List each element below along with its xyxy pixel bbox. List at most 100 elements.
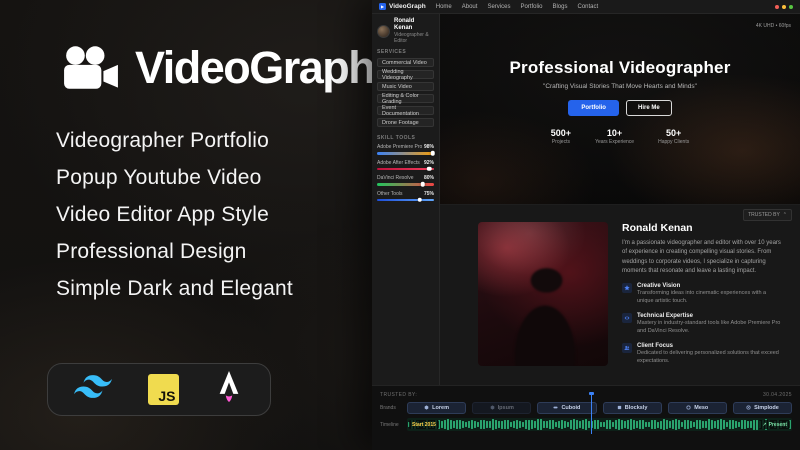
waveform-bar: [672, 420, 674, 429]
logo-text: VideoGraph: [135, 42, 374, 94]
nav-link-services[interactable]: Services: [487, 4, 510, 10]
hire-me-button[interactable]: Hire Me: [626, 100, 672, 116]
brand-chip-lorem: Lorem: [407, 402, 466, 414]
brand-chip-label: Lorem: [432, 405, 449, 411]
waveform-bar: [468, 421, 470, 428]
waveform-bar: [498, 421, 500, 428]
highlight-desc: Transforming ideas into cinematic experi…: [637, 290, 782, 306]
skills-label: SKILL TOOLS: [377, 135, 434, 141]
waveform-bar: [606, 420, 608, 429]
skill-slider[interactable]: Other Tools75%: [377, 191, 434, 202]
profile-name: Ronald Kenan: [394, 18, 434, 32]
skill-knob[interactable]: [431, 151, 436, 156]
hero-title: Professional Videographer: [509, 58, 730, 78]
nav-link-home[interactable]: Home: [436, 4, 452, 10]
window-button-red[interactable]: [775, 5, 779, 9]
waveform-bar: [507, 420, 509, 428]
skill-knob[interactable]: [420, 182, 425, 187]
stat: 50+Happy Clients: [658, 128, 689, 145]
waveform-bar: [588, 421, 590, 429]
waveform-bar: [681, 422, 683, 428]
skill-slider[interactable]: Adobe Premiere Pro98%: [377, 144, 434, 155]
waveform-bar: [570, 420, 572, 429]
skill-bar: [377, 199, 434, 202]
logo: VideoGraph: [62, 42, 374, 94]
window-button-green[interactable]: [789, 5, 793, 9]
brand-name[interactable]: VideoGraph: [389, 3, 426, 10]
trusted-by-label: TRUSTED BY: [748, 212, 780, 218]
waveform-bar: [552, 420, 554, 428]
waveform-bar: [639, 420, 641, 429]
promo-canvas: VideoGraph Videographer PortfolioPopup Y…: [0, 0, 800, 450]
nav-link-contact[interactable]: Contact: [577, 4, 598, 10]
waveform-bar: [471, 420, 473, 428]
waveform-bar: [720, 419, 722, 429]
brand-chip-blocksly: Blocksly: [603, 402, 662, 414]
waveform-bar: [708, 419, 710, 429]
waveform-bar: [603, 422, 605, 428]
skill-name: DaVinci Resolve: [377, 175, 414, 181]
javascript-icon: JS: [148, 374, 179, 405]
avatar: [377, 25, 390, 38]
waveform-bar: [732, 420, 734, 429]
skills-list: Adobe Premiere Pro98% Adobe After Effects…: [377, 144, 434, 201]
service-button[interactable]: Editing & Color Grading: [377, 94, 434, 103]
waveform-bar: [555, 422, 557, 427]
feature-item: Professional Design: [56, 233, 293, 270]
service-button[interactable]: Drone Footage: [377, 118, 434, 127]
skill-name: Adobe Premiere Pro: [377, 144, 422, 150]
trusted-by-toggle[interactable]: TRUSTED BY ⌃: [743, 209, 792, 221]
hero-section: 4K UHD • 60fps Professional Videographer…: [440, 14, 800, 205]
star-icon: [622, 283, 632, 293]
about-section: Ronald Kenan I'm a passionate videograph…: [440, 205, 800, 385]
brand-chip-meso: Meso: [668, 402, 727, 414]
waveform-bar: [576, 420, 578, 429]
timeline-start-badge: Start 2015: [409, 420, 439, 429]
waveform-bar: [501, 421, 503, 429]
nav-links: Home About Services Portfolio Blogs Contact: [436, 4, 598, 10]
timeline-panel: TRUSTED BY: 30.04.2025 Brands LoremIpsum…: [372, 385, 800, 450]
service-button[interactable]: Commercial Video: [377, 58, 434, 67]
brand-chip-label: Cuboid: [561, 405, 580, 411]
hero-buttons: Portfolio Hire Me: [568, 100, 671, 116]
skill-knob[interactable]: [418, 198, 423, 203]
waveform-bar: [651, 420, 653, 428]
tech-badges: JS: [47, 363, 271, 416]
waveform-bar: [486, 421, 488, 429]
nav-link-about[interactable]: About: [462, 4, 478, 10]
skill-slider[interactable]: Adobe After Effects92%: [377, 160, 434, 171]
hero-subtitle: "Crafting Visual Stories That Move Heart…: [543, 83, 697, 90]
service-button[interactable]: Event Documentation: [377, 106, 434, 115]
brand-chip-label: Ipsum: [498, 405, 514, 411]
service-button[interactable]: Wedding Videography: [377, 70, 434, 79]
nav-link-portfolio[interactable]: Portfolio: [520, 4, 542, 10]
timeline-track[interactable]: Start 2015 ↗Present: [407, 418, 792, 431]
service-button[interactable]: Music Video: [377, 82, 434, 91]
waveform-bar: [714, 421, 716, 428]
waveform-bar: [513, 421, 515, 428]
services-label: SERVICES: [377, 49, 434, 55]
brand-chip-label: Blocksly: [625, 405, 648, 411]
skill-knob[interactable]: [427, 167, 432, 172]
waveform-bar: [519, 421, 521, 428]
waveform-bar: [447, 419, 449, 429]
waveform-bar: [474, 421, 476, 428]
playhead[interactable]: [591, 394, 592, 434]
square-icon: [617, 405, 622, 412]
waveform-bar: [504, 420, 506, 430]
waveform-bar: [723, 420, 725, 429]
services-list: Commercial Video Wedding Videography Music…: [377, 58, 434, 127]
waveform-bar: [585, 419, 587, 429]
window-button-yellow[interactable]: [782, 5, 786, 9]
skill-percent: 98%: [424, 144, 434, 150]
portfolio-button[interactable]: Portfolio: [568, 100, 619, 116]
skill-slider[interactable]: DaVinci Resolve80%: [377, 175, 434, 186]
nav-link-blogs[interactable]: Blogs: [552, 4, 567, 10]
brand-chip-simplode: Simplode: [733, 402, 792, 414]
feature-list: Videographer PortfolioPopup Youtube Vide…: [56, 122, 293, 307]
waveform-bar: [489, 421, 491, 429]
waveform-bar: [516, 420, 518, 428]
video-meta-label: 4K UHD • 60fps: [756, 23, 791, 29]
waveform-bar: [618, 419, 620, 429]
profile-role: Videographer & Editor: [394, 32, 434, 44]
